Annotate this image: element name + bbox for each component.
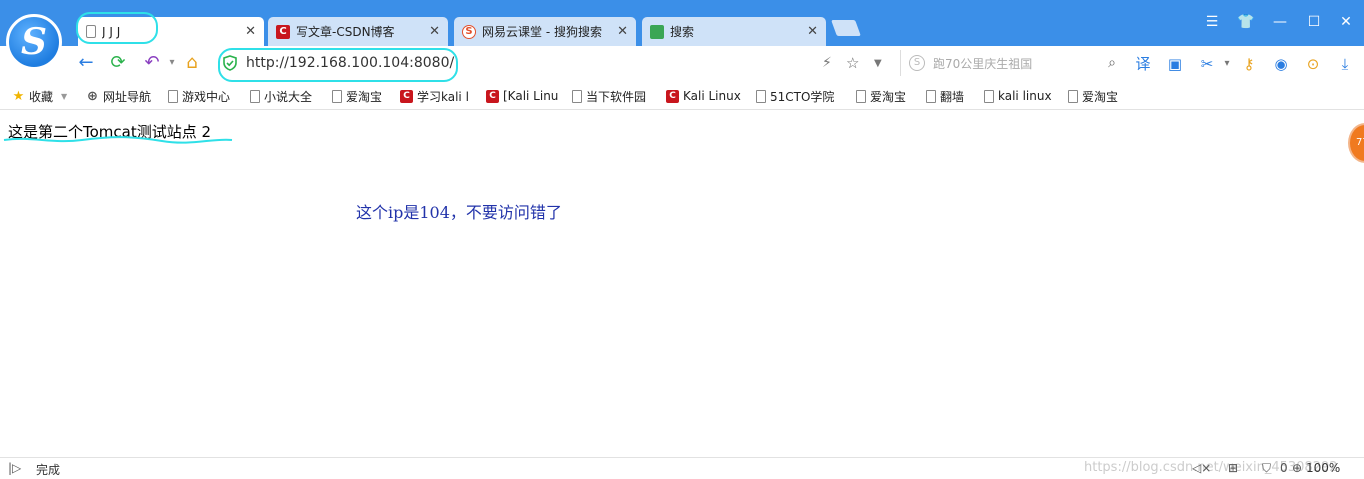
skin-icon[interactable]: 👕 <box>1236 12 1256 32</box>
bookmark-label: 爱淘宝 <box>346 89 383 104</box>
bookmark-item[interactable]: ⊕ 网址导航 <box>86 87 151 105</box>
back-icon[interactable]: ← <box>74 51 98 75</box>
bookmark-item[interactable]: C 学习kali l <box>400 87 469 105</box>
tab-label: 搜索 <box>670 25 695 39</box>
tab-search[interactable]: 搜索 ✕ <box>642 17 826 46</box>
bookmark-label: 小说大全 <box>264 89 313 104</box>
sogou-icon: S <box>462 24 476 39</box>
csdn-icon: C <box>276 24 290 39</box>
bookmark-item[interactable]: kali linux <box>984 87 1052 105</box>
page-icon <box>926 89 936 103</box>
minimize-icon[interactable]: — <box>1270 12 1290 32</box>
chevron-down-icon[interactable]: ▼ <box>874 58 882 69</box>
green-page-icon <box>650 24 664 39</box>
page-icon <box>168 89 178 103</box>
page-icon <box>1068 89 1078 103</box>
key-icon[interactable]: ⚷ <box>1238 53 1260 75</box>
globe-icon: ⊕ <box>87 88 98 104</box>
bookmark-label: 网址导航 <box>103 89 152 104</box>
star-icon[interactable]: ☆ <box>846 54 859 72</box>
title-bar: S J J J ✕ C 写文章-CSDN博客 ✕ S 网易云课堂 - 搜狗搜索 … <box>0 0 1364 70</box>
bookmarks-bar: ★ 收藏 ▼ ⊕ 网址导航 游戏中心 小说大全 爱淘宝 C 学习kali l C… <box>0 82 1364 110</box>
bookmark-item[interactable]: C Kali Linux <box>666 87 741 105</box>
more-icon[interactable]: ⊙ <box>1302 53 1324 75</box>
page-icon <box>984 89 994 103</box>
sogou-browser-logo[interactable]: S <box>6 14 62 70</box>
bookmark-item[interactable]: 游戏中心 <box>168 87 230 105</box>
play-icon[interactable]: |▷ <box>8 461 21 475</box>
tab-csdn[interactable]: C 写文章-CSDN博客 ✕ <box>268 17 448 46</box>
bookmark-item[interactable]: 翻墙 <box>926 87 964 105</box>
close-icon[interactable]: ✕ <box>429 24 440 39</box>
close-icon[interactable]: ✕ <box>617 24 628 39</box>
page-icon <box>250 89 260 103</box>
page-icon <box>572 89 582 103</box>
status-bar: |▷ 完成 https://blog.csdn.net/weixin_45308… <box>0 457 1364 479</box>
navigation-bar: ← ⟳ ↶ ▾ ⌂ http://192.168.100.104:8080/ ⚡… <box>0 46 1364 82</box>
home-icon[interactable]: ⌂ <box>180 51 204 75</box>
bookmark-favorites[interactable]: ★ 收藏 ▼ <box>12 87 68 105</box>
highlight-annotation <box>218 48 458 82</box>
bookmark-item[interactable]: 小说大全 <box>250 87 312 105</box>
bookmark-item[interactable]: 爱淘宝 <box>856 87 906 105</box>
bookmark-item[interactable]: 51CTO学院 <box>756 87 834 105</box>
adblock-count: 0 <box>1280 461 1288 475</box>
page-icon <box>756 89 766 103</box>
csdn-icon: C <box>486 89 499 103</box>
lightning-icon[interactable]: ⚡ <box>822 55 832 71</box>
bookmark-label: Kali Linux <box>683 89 741 103</box>
download-status-icon[interactable]: ⊞ <box>1228 461 1238 475</box>
page-icon <box>856 89 866 103</box>
translate-icon[interactable]: 译 <box>1132 53 1154 75</box>
floating-badge[interactable]: 77 <box>1348 123 1364 163</box>
bookmark-label: 爱淘宝 <box>1082 89 1119 104</box>
chevron-down-icon[interactable]: ▼ <box>61 92 67 101</box>
csdn-icon: C <box>666 89 679 103</box>
sidebar-icon[interactable]: ▣ <box>1164 53 1186 75</box>
bookmark-label: 爱淘宝 <box>870 89 907 104</box>
bookmark-label: 当下软件园 <box>586 89 647 104</box>
chevron-down-icon[interactable]: ▾ <box>1216 53 1238 75</box>
new-tab-button[interactable] <box>831 20 861 36</box>
bookmark-item[interactable]: C [Kali Linu <box>486 87 558 105</box>
tab-label: 写文章-CSDN博客 <box>296 25 395 39</box>
tab-label: 网易云课堂 - 搜狗搜索 <box>482 25 602 39</box>
maximize-icon[interactable]: ☐ <box>1304 12 1324 32</box>
bookmark-label: 翻墙 <box>940 89 965 104</box>
bookmark-label: [Kali Linu <box>503 89 559 103</box>
star-icon: ★ <box>12 88 25 104</box>
bookmark-label: kali linux <box>998 89 1052 103</box>
page-message-text: 这个ip是104，不要访问错了 <box>356 203 562 222</box>
page-content: 这是第二个Tomcat测试站点 2 这个ip是104，不要访问错了 77 <box>0 111 1364 457</box>
close-window-icon[interactable]: ✕ <box>1336 12 1356 32</box>
status-text: 完成 <box>36 463 61 477</box>
refresh-icon[interactable]: ⟳ <box>106 51 130 75</box>
search-box[interactable]: S 跑70公里庆生祖国 ⌕ <box>900 50 1116 76</box>
download-icon[interactable]: ⤓ <box>1334 53 1356 75</box>
csdn-icon: C <box>400 89 413 103</box>
zoom-icon[interactable]: ⊕ <box>1292 461 1302 475</box>
search-icon[interactable]: ⌕ <box>1108 55 1116 71</box>
bookmark-item[interactable]: 爱淘宝 <box>1068 87 1118 105</box>
zoom-level[interactable]: 100% <box>1306 461 1340 475</box>
mute-icon[interactable]: ◁× <box>1192 461 1211 475</box>
scissors-icon[interactable]: ✂ <box>1196 53 1218 75</box>
search-input[interactable]: 跑70公里庆生祖国 <box>933 55 1108 72</box>
highlight-annotation <box>76 12 158 44</box>
sogou-search-icon: S <box>909 55 925 71</box>
bookmark-label: 收藏 <box>29 89 54 104</box>
bookmark-label: 学习kali l <box>417 89 469 104</box>
bookmark-label: 游戏中心 <box>182 89 231 104</box>
menu-icon[interactable]: ☰ <box>1202 12 1222 32</box>
close-icon[interactable]: ✕ <box>807 24 818 39</box>
page-icon <box>332 89 342 103</box>
security-scan-icon[interactable]: ◉ <box>1270 53 1292 75</box>
bookmark-label: 51CTO学院 <box>770 89 835 104</box>
close-icon[interactable]: ✕ <box>245 24 256 39</box>
adblock-icon[interactable]: ⛉ <box>1262 461 1271 476</box>
tab-sogou-search[interactable]: S 网易云课堂 - 搜狗搜索 ✕ <box>454 17 636 46</box>
bookmark-item[interactable]: 爱淘宝 <box>332 87 382 105</box>
underline-annotation <box>3 136 233 144</box>
bookmark-item[interactable]: 当下软件园 <box>572 87 646 105</box>
